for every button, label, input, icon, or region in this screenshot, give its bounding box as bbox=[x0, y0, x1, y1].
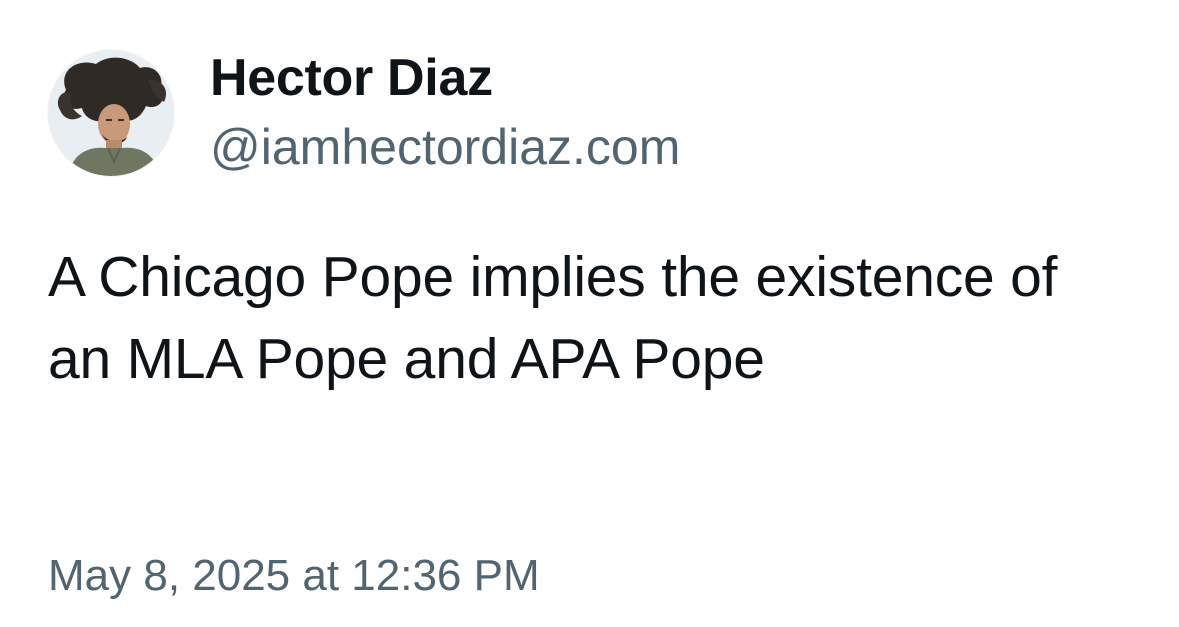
author-names: Hector Diaz @iamhectordiaz.com bbox=[210, 47, 680, 179]
author-handle[interactable]: @iamhectordiaz.com bbox=[210, 115, 680, 179]
avatar[interactable] bbox=[48, 50, 174, 176]
post-timestamp[interactable]: May 8, 2025 at 12:36 PM bbox=[48, 548, 540, 604]
author-display-name[interactable]: Hector Diaz bbox=[210, 47, 680, 109]
post-card: Hector Diaz @iamhectordiaz.com A Chicago… bbox=[0, 0, 1179, 627]
post-header: Hector Diaz @iamhectordiaz.com bbox=[48, 48, 680, 178]
post-text: A Chicago Pope implies the existence of … bbox=[48, 245, 1058, 391]
avatar-photo-icon bbox=[48, 50, 174, 176]
